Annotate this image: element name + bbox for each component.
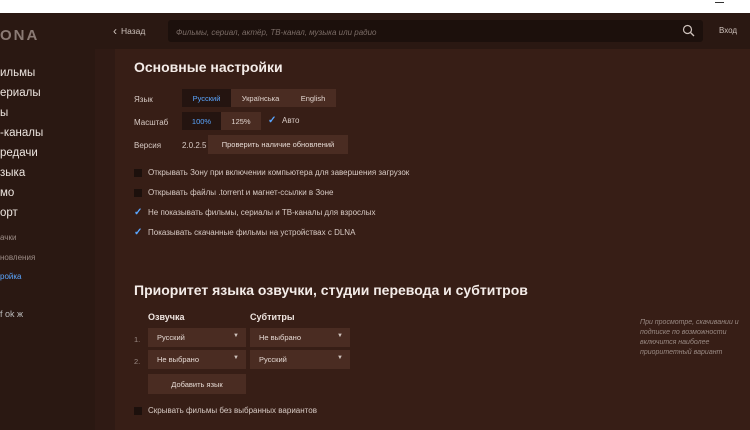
sidebar-item-tv-channels[interactable]: -каналы	[0, 127, 43, 139]
subs-select-2[interactable]: Русский ▼	[250, 350, 350, 369]
sidebar-item-shows[interactable]: редачи	[0, 147, 38, 159]
voice-column-header: Озвучка	[148, 312, 185, 322]
subs-select-1-value: Не выбрано	[259, 333, 301, 342]
checkbox-unchecked	[134, 188, 142, 197]
subs-column-header: Субтитры	[250, 312, 295, 322]
option-dlna-checkbox[interactable]: ✓ Показывать скачанные фильмы на устройст…	[134, 226, 356, 238]
option-autostart-checkbox[interactable]: Открывать Зону при включении компьютера …	[134, 168, 409, 177]
option-torrent-checkbox[interactable]: Открывать файлы .torrent и магнет-ссылки…	[134, 188, 334, 197]
page-title: Основные настройки	[134, 59, 283, 75]
version-value: 2.0.2.5	[182, 141, 207, 150]
search-input[interactable]	[174, 24, 668, 40]
auto-scale-label: Авто	[282, 116, 300, 125]
option-adult-filter-checkbox[interactable]: ✓ Не показывать фильмы, сериалы и ТВ-кана…	[134, 206, 376, 218]
sidebar-item-updates[interactable]: новления	[0, 253, 35, 262]
voice-select-2[interactable]: Не выбрано ▼	[148, 350, 246, 369]
voice-select-2-value: Не выбрано	[157, 355, 199, 364]
row-number: 1.	[134, 335, 141, 344]
chevron-left-icon: ‹	[113, 24, 117, 38]
checkbox-unchecked	[134, 168, 142, 177]
check-updates-button[interactable]: Проверить наличие обновлений	[208, 135, 348, 154]
option-autostart-label: Открывать Зону при включении компьютера …	[148, 168, 410, 177]
scale-option-125[interactable]: 125%	[221, 112, 261, 130]
sidebar-item-radio[interactable]: мо	[0, 187, 14, 199]
hide-films-label: Скрывать фильмы без выбранных вариантов	[148, 406, 317, 415]
row-number: 2.	[134, 357, 141, 366]
scale-selector: 100% 125%	[182, 112, 261, 130]
voice-select-1-value: Русский	[157, 333, 185, 342]
window-titlebar	[0, 0, 750, 13]
checkmark-icon: ✓	[268, 114, 277, 126]
search-icon[interactable]	[682, 24, 695, 42]
sidebar-item-films[interactable]: ильмы	[0, 67, 35, 79]
sidebar-item-music[interactable]: зыка	[0, 167, 25, 179]
option-dlna-label: Показывать скачанные фильмы на устройств…	[148, 228, 356, 237]
login-button[interactable]: Вход	[719, 26, 737, 35]
minimize-icon[interactable]	[715, 2, 724, 3]
hide-films-checkbox[interactable]: Скрывать фильмы без выбранных вариантов	[134, 406, 317, 415]
sidebar-item-sport[interactable]: орт	[0, 207, 18, 219]
search-bar[interactable]	[168, 20, 703, 42]
subs-select-1[interactable]: Не выбрано ▼	[250, 328, 350, 347]
dropdown-arrow-icon: ▼	[233, 355, 239, 361]
scale-label: Масштаб	[134, 118, 169, 127]
option-adult-filter-label: Не показывать фильмы, сериалы и ТВ-канал…	[148, 208, 376, 217]
auto-scale-checkbox[interactable]: ✓ Авто	[268, 114, 300, 126]
dropdown-arrow-icon: ▼	[337, 355, 343, 361]
language-selector: Русский Українська English	[182, 89, 336, 107]
back-button[interactable]: ‹ Назад	[113, 24, 145, 38]
add-language-button[interactable]: Добавить язык	[148, 374, 246, 394]
voice-select-1[interactable]: Русский ▼	[148, 328, 246, 347]
language-option-en[interactable]: English	[290, 89, 336, 107]
dropdown-arrow-icon: ▼	[233, 333, 239, 339]
section-title-priority: Приоритет языка озвучки, студии перевода…	[134, 282, 528, 298]
checkbox-unchecked	[134, 406, 142, 415]
sidebar-item-series[interactable]: ериалы	[0, 87, 41, 99]
language-option-ru[interactable]: Русский	[182, 89, 231, 107]
sidebar: ONA ильмы ериалы ы -каналы редачи зыка м…	[0, 13, 95, 430]
app-logo: ONA	[0, 27, 40, 44]
back-label: Назад	[121, 26, 146, 36]
subs-select-2-value: Русский	[259, 355, 287, 364]
option-torrent-label: Открывать файлы .torrent и магнет-ссылки…	[148, 188, 334, 197]
scale-option-100[interactable]: 100%	[182, 112, 221, 130]
dropdown-arrow-icon: ▼	[337, 333, 343, 339]
sidebar-item-downloads[interactable]: ачки	[0, 233, 16, 242]
checkmark-icon: ✓	[134, 206, 143, 218]
settings-panel: Основные настройки Язык Русский Українсь…	[115, 49, 750, 430]
checkmark-icon: ✓	[134, 226, 143, 238]
language-label: Язык	[134, 95, 153, 104]
top-header: ‹ Назад Вход	[95, 13, 750, 49]
social-icons[interactable]: f ok ж	[0, 309, 23, 319]
sidebar-item-settings[interactable]: ройка	[0, 272, 22, 281]
sidebar-item-3[interactable]: ы	[0, 107, 8, 119]
priority-note: При просмотре, скачивании и подписке по …	[640, 319, 739, 356]
language-option-uk[interactable]: Українська	[231, 89, 290, 107]
main-content: Основные настройки Язык Русский Українсь…	[95, 49, 750, 430]
version-label: Версия	[134, 141, 162, 150]
